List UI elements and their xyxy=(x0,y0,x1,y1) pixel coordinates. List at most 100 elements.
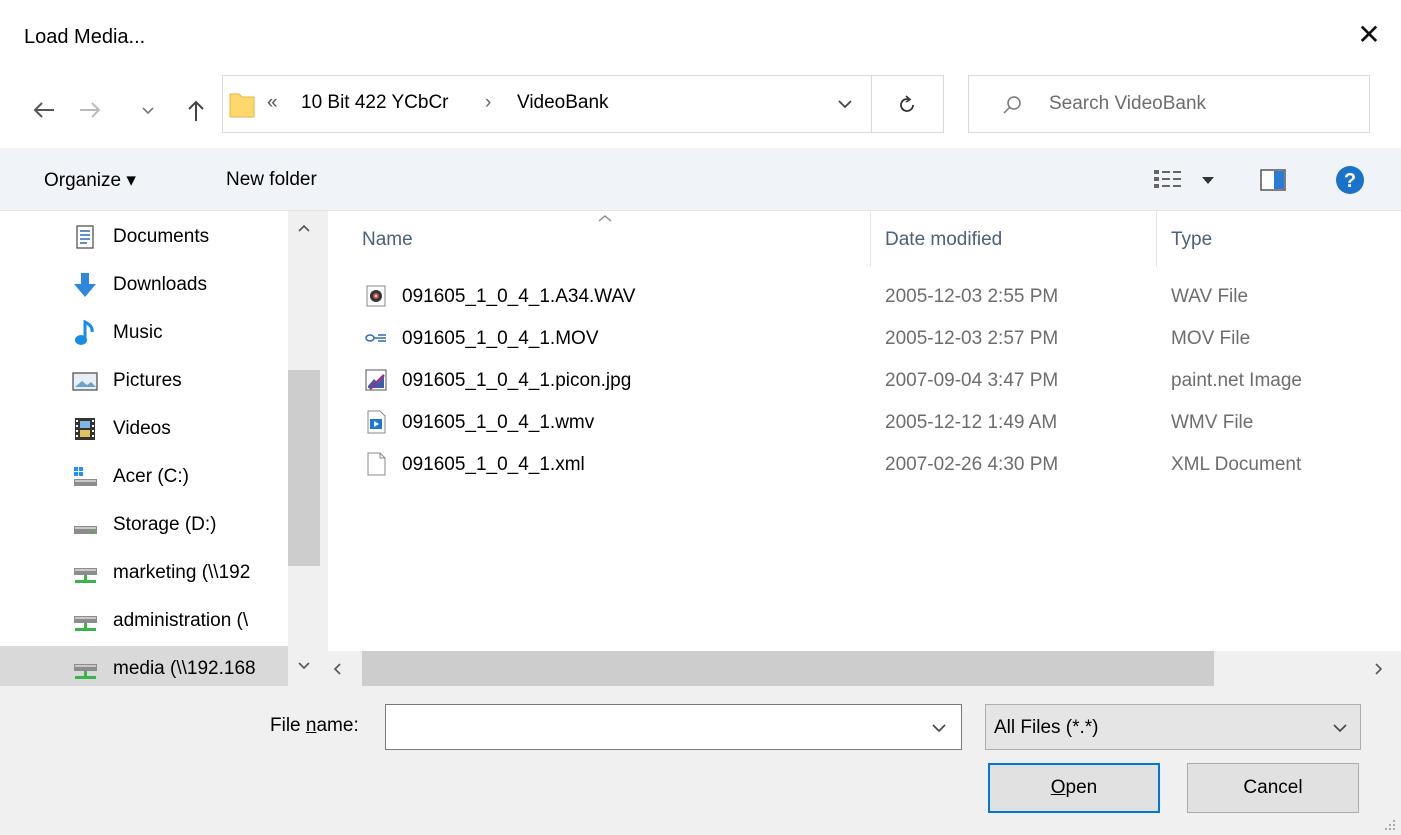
forward-arrow-icon[interactable] xyxy=(74,94,106,126)
close-icon[interactable]: ✕ xyxy=(1352,18,1386,52)
documents-icon xyxy=(72,224,98,250)
file-list-horizontal-scrollbar[interactable] xyxy=(320,651,1401,686)
label-text: ame: xyxy=(316,715,359,736)
address-bar[interactable]: « 10 Bit 422 YCbCr › VideoBank xyxy=(222,75,872,133)
scroll-down-icon[interactable] xyxy=(296,659,312,673)
sidebar-item-videos[interactable]: Videos xyxy=(0,406,288,454)
scroll-up-icon[interactable] xyxy=(296,221,312,235)
file-type: MOV File xyxy=(1171,328,1251,349)
network-drive-icon xyxy=(72,608,98,634)
up-arrow-icon[interactable] xyxy=(180,94,212,126)
sidebar-item-label: Acer (C:) xyxy=(113,466,189,487)
pictures-icon xyxy=(72,368,98,394)
file-date: 2007-09-04 3:47 PM xyxy=(885,370,1059,391)
new-folder-button[interactable]: New folder xyxy=(226,169,317,191)
sort-ascending-icon xyxy=(596,213,614,223)
sidebar-item-label: media (\\192.168 xyxy=(113,658,256,679)
sidebar-item-pictures[interactable]: Pictures xyxy=(0,358,288,406)
column-divider[interactable] xyxy=(1156,211,1157,267)
sidebar-item-documents[interactable]: Documents xyxy=(0,214,288,262)
refresh-icon xyxy=(896,94,918,116)
column-header-date-modified[interactable]: Date modified xyxy=(885,229,1002,251)
file-row[interactable]: 091605_1_0_4_1.picon.jpg 2007-09-04 3:47… xyxy=(328,360,1401,402)
sidebar-item-administration[interactable]: administration (\ xyxy=(0,598,288,646)
quicktime-file-icon xyxy=(364,326,388,350)
file-name: 091605_1_0_4_1.picon.jpg xyxy=(402,370,632,391)
sidebar-item-label: Storage (D:) xyxy=(113,514,217,535)
scroll-right-icon[interactable] xyxy=(1372,661,1386,677)
sidebar-item-label: marketing (\\192 xyxy=(113,562,251,583)
network-drive-icon xyxy=(72,656,98,682)
text-file-icon xyxy=(364,452,388,476)
file-row[interactable]: 091605_1_0_4_1.MOV 2005-12-03 2:57 PM MO… xyxy=(328,318,1401,360)
file-type: XML Document xyxy=(1171,454,1302,475)
file-row[interactable]: 091605_1_0_4_1.A34.WAV 2005-12-03 2:55 P… xyxy=(328,276,1401,318)
file-name: 091605_1_0_4_1.wmv xyxy=(402,412,595,433)
column-header-type[interactable]: Type xyxy=(1171,229,1212,251)
file-type: paint.net Image xyxy=(1171,370,1302,391)
breadcrumb-separator[interactable]: › xyxy=(485,92,491,114)
preview-pane-icon[interactable] xyxy=(1260,169,1286,191)
sidebar-item-label: Music xyxy=(113,322,163,343)
search-box[interactable]: Search VideoBank xyxy=(968,75,1370,133)
sidebar-item-marketing[interactable]: marketing (\\192 xyxy=(0,550,288,598)
sidebar-item-label: Videos xyxy=(113,418,171,439)
chevron-down-icon[interactable] xyxy=(138,94,158,126)
breadcrumb-segment-10bit[interactable]: 10 Bit 422 YCbCr xyxy=(301,92,449,114)
navigation-bar: « 10 Bit 422 YCbCr › VideoBank Search Vi… xyxy=(0,72,1401,148)
image-file-icon xyxy=(364,368,388,392)
sidebar-item-storage-d[interactable]: Storage (D:) xyxy=(0,502,288,550)
svg-text:?: ? xyxy=(1344,170,1356,192)
file-type: WAV File xyxy=(1171,286,1249,307)
scrollbar-thumb[interactable] xyxy=(362,651,1214,686)
network-drive-icon xyxy=(72,560,98,586)
file-type-filter[interactable]: All Files (*.*) xyxy=(985,704,1361,750)
video-file-icon xyxy=(364,410,388,434)
chevron-down-icon[interactable] xyxy=(930,720,948,736)
resize-grip-icon[interactable] xyxy=(1381,816,1397,832)
sidebar-item-downloads[interactable]: Downloads xyxy=(0,262,288,310)
system-drive-icon xyxy=(72,464,98,490)
file-row[interactable]: 091605_1_0_4_1.wmv 2005-12-12 1:49 AM WM… xyxy=(328,402,1401,444)
chevron-down-icon[interactable] xyxy=(1331,720,1349,736)
search-placeholder: Search VideoBank xyxy=(1049,93,1207,114)
file-date: 2005-12-03 2:57 PM xyxy=(885,328,1059,349)
file-name-combobox[interactable] xyxy=(385,704,962,750)
accelerator-key: O xyxy=(1050,777,1066,798)
audio-file-icon xyxy=(364,284,388,308)
title-bar: Load Media... ✕ xyxy=(0,0,1401,72)
search-icon xyxy=(1001,94,1023,116)
refresh-button[interactable] xyxy=(872,75,944,133)
breadcrumb-overflow[interactable]: « xyxy=(267,92,278,114)
drive-icon xyxy=(72,512,98,538)
sidebar-item-music[interactable]: Music xyxy=(0,310,288,358)
back-arrow-icon[interactable] xyxy=(28,94,60,126)
file-row[interactable]: 091605_1_0_4_1.xml 2007-02-26 4:30 PM XM… xyxy=(328,444,1401,486)
column-divider[interactable] xyxy=(870,211,871,267)
help-icon[interactable]: ? xyxy=(1335,165,1365,195)
command-bar: Organize ▾ New folder ? xyxy=(0,148,1401,211)
file-name: 091605_1_0_4_1.A34.WAV xyxy=(402,286,636,307)
downloads-icon xyxy=(72,272,98,298)
file-name-label: File name: xyxy=(270,715,359,737)
videos-icon xyxy=(72,416,98,442)
address-dropdown-icon[interactable] xyxy=(835,94,855,114)
label-text: File xyxy=(270,715,306,736)
file-list: Name Date modified Type 091605_1_0_4_1.A… xyxy=(328,211,1401,651)
scroll-left-icon[interactable] xyxy=(330,661,344,677)
open-button[interactable]: Open xyxy=(988,763,1160,813)
column-header-name[interactable]: Name xyxy=(362,229,413,251)
sidebar-item-label: Downloads xyxy=(113,274,207,295)
file-date: 2007-02-26 4:30 PM xyxy=(885,454,1059,475)
organize-button[interactable]: Organize ▾ xyxy=(44,169,136,192)
view-options-icon[interactable] xyxy=(1152,168,1218,192)
navigation-pane: Documents Downloads Music Pictures Video… xyxy=(0,211,320,686)
accelerator-key: n xyxy=(305,715,317,736)
cancel-button[interactable]: Cancel xyxy=(1187,763,1359,813)
sidebar-item-acer-c[interactable]: Acer (C:) xyxy=(0,454,288,502)
breadcrumb-segment-videobank[interactable]: VideoBank xyxy=(517,92,609,114)
sidebar-item-label: administration (\ xyxy=(113,610,249,631)
sidebar-item-media[interactable]: media (\\192.168 xyxy=(0,646,288,686)
file-type: WMV File xyxy=(1171,412,1254,433)
scrollbar-thumb[interactable] xyxy=(288,370,320,566)
